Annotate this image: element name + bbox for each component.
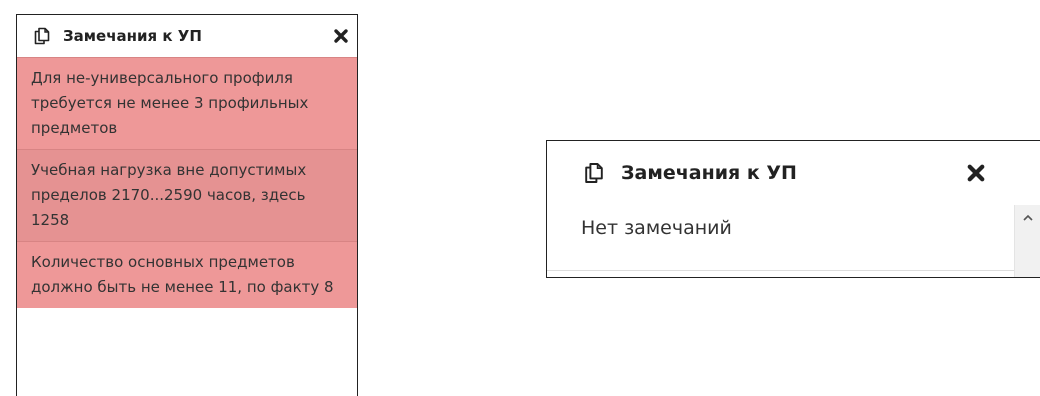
panel-header: Замечания к УП — [547, 141, 1014, 205]
close-icon[interactable] — [333, 28, 349, 44]
copy-icon — [31, 25, 53, 47]
close-icon[interactable] — [966, 163, 986, 183]
copy-icon — [581, 160, 607, 186]
remarks-panel-empty: Замечания к УП Нет замечаний — [546, 140, 1040, 278]
scrollbar[interactable] — [1014, 205, 1040, 277]
empty-state-text: Нет замечаний — [581, 217, 732, 239]
panel-title: Замечания к УП — [63, 27, 202, 45]
panel-title: Замечания к УП — [621, 162, 797, 184]
remark-item: Количество основных предметов должно быт… — [17, 241, 357, 308]
divider — [547, 270, 1014, 271]
panel-header: Замечания к УП — [17, 15, 357, 57]
chevron-up-icon[interactable] — [1015, 205, 1040, 231]
remarks-panel-with-errors: Замечания к УП Для не-универсального про… — [16, 14, 358, 396]
remark-item: Для не-универсального профиля требуется … — [17, 57, 357, 149]
remark-item: Учебная нагрузка вне допустимых пределов… — [17, 149, 357, 241]
